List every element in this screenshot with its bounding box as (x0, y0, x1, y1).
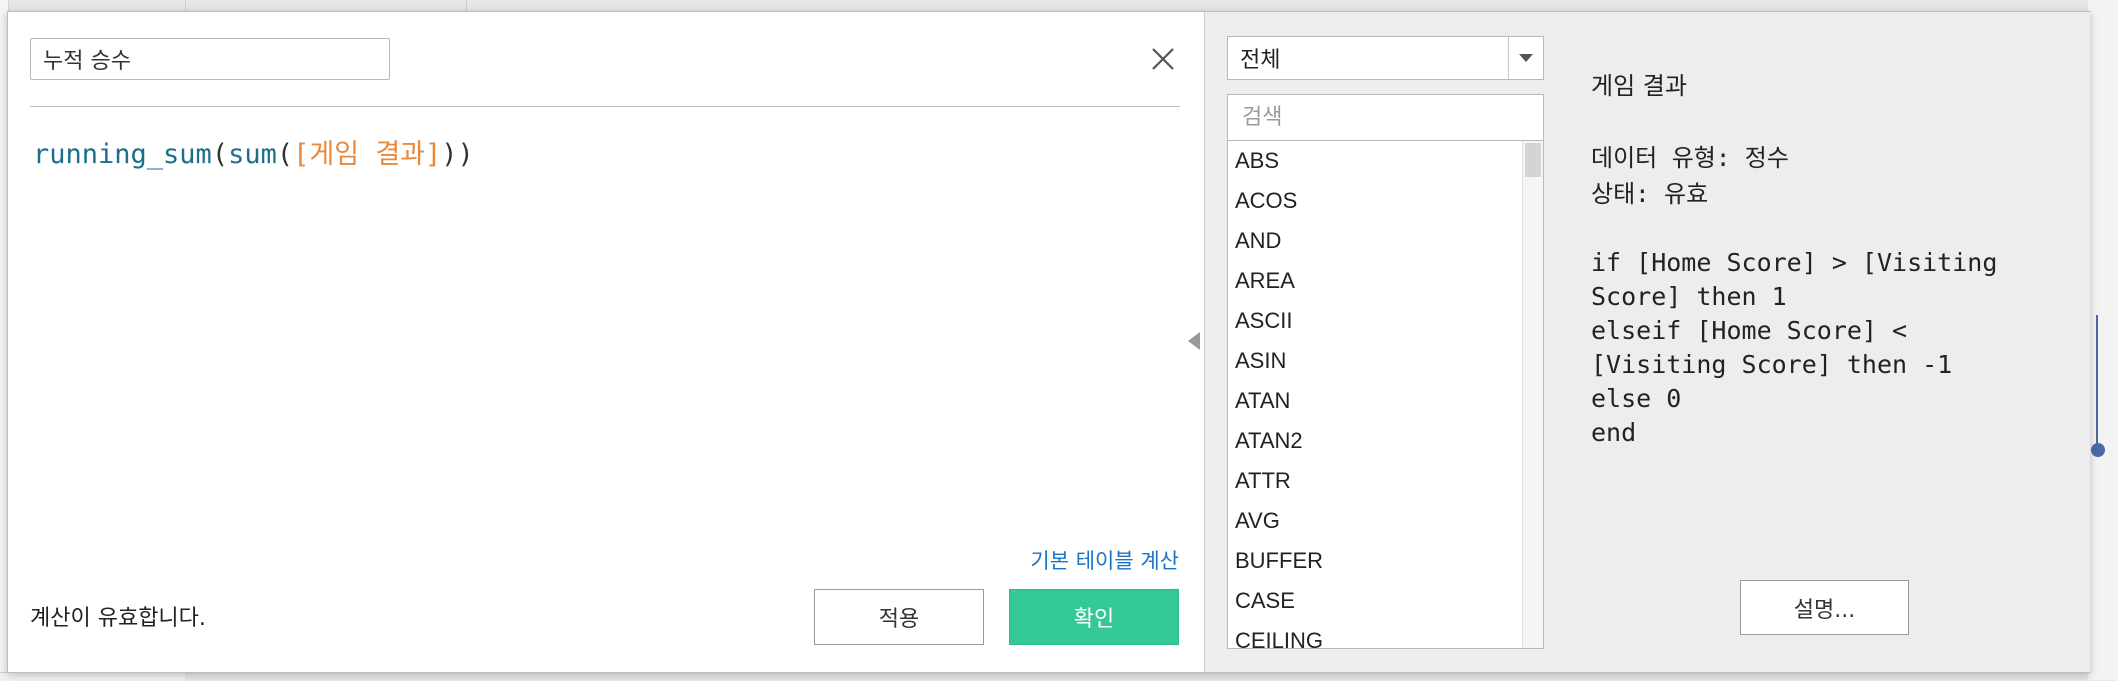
scrollbar-thumb[interactable] (1525, 143, 1541, 177)
chevron-down-icon (1519, 54, 1533, 62)
background-chart-point (2091, 443, 2105, 457)
function-reference-pane: 전체 ABS ACOS AND AREA ASCII ASIN ATAN ATA… (1204, 12, 2090, 672)
background-chart-line (2096, 315, 2098, 455)
function-token: sum (228, 139, 277, 170)
function-list-item[interactable]: AVG (1228, 501, 1543, 541)
function-list-item[interactable]: AREA (1228, 261, 1543, 301)
function-category-value: 전체 (1240, 48, 1281, 73)
function-list-item[interactable]: AND (1228, 221, 1543, 261)
select-divider (1508, 37, 1509, 79)
validation-status: 계산이 유효합니다. (30, 606, 206, 631)
formula-editor-pane: running_sum(sum([게임 결과])) 기본 테이블 계산 계산이 … (8, 12, 1203, 672)
close-icon[interactable] (1148, 44, 1178, 74)
paren-token: ( (276, 139, 294, 170)
collapse-panel-arrow-icon[interactable] (1188, 332, 1200, 350)
function-list-item[interactable]: ATAN (1228, 381, 1543, 421)
function-list: ABS ACOS AND AREA ASCII ASIN ATAN ATAN2 … (1227, 140, 1544, 649)
explain-button[interactable]: 설명... (1740, 580, 1909, 635)
function-list-item[interactable]: ABS (1228, 141, 1543, 181)
help-state: 상태: 유효 (1591, 180, 1709, 208)
function-category-select[interactable]: 전체 (1227, 36, 1544, 80)
help-formula-text: if [Home Score] > [Visiting Score] then … (1591, 248, 1998, 447)
default-table-calculation-link[interactable]: 기본 테이블 계산 (1030, 545, 1179, 575)
ok-button[interactable]: 확인 (1009, 589, 1179, 645)
calculation-name-input[interactable] (30, 38, 390, 80)
function-list-item[interactable]: CASE (1228, 581, 1543, 621)
function-list-item[interactable]: ATAN2 (1228, 421, 1543, 461)
function-list-item[interactable]: ASIN (1228, 341, 1543, 381)
function-list-item[interactable]: ATTR (1228, 461, 1543, 501)
function-list-item[interactable]: CEILING (1228, 621, 1543, 648)
function-list-scrollbar[interactable] (1522, 141, 1543, 648)
help-title: 게임 결과 (1591, 72, 1687, 100)
apply-button[interactable]: 적용 (814, 589, 984, 645)
help-data-type: 데이터 유형: 정수 (1591, 144, 1789, 172)
function-list-item[interactable]: ASCII (1228, 301, 1543, 341)
function-list-item[interactable]: ACOS (1228, 181, 1543, 221)
field-reference-token: [게임 결과] (293, 139, 442, 170)
paren-token: )) (441, 139, 474, 170)
function-token: running_sum (33, 139, 212, 170)
background-right-panel (2088, 0, 2118, 680)
paren-token: ( (211, 139, 229, 170)
function-list-item[interactable]: BUFFER (1228, 541, 1543, 581)
calculation-editor-dialog: running_sum(sum([게임 결과])) 기본 테이블 계산 계산이 … (7, 11, 2090, 673)
function-search-input[interactable] (1227, 94, 1544, 141)
header-divider (30, 106, 1180, 107)
formula-text-area[interactable]: running_sum(sum([게임 결과])) (33, 132, 474, 171)
help-metadata: 데이터 유형: 정수 상태: 유효 (1591, 140, 1789, 212)
